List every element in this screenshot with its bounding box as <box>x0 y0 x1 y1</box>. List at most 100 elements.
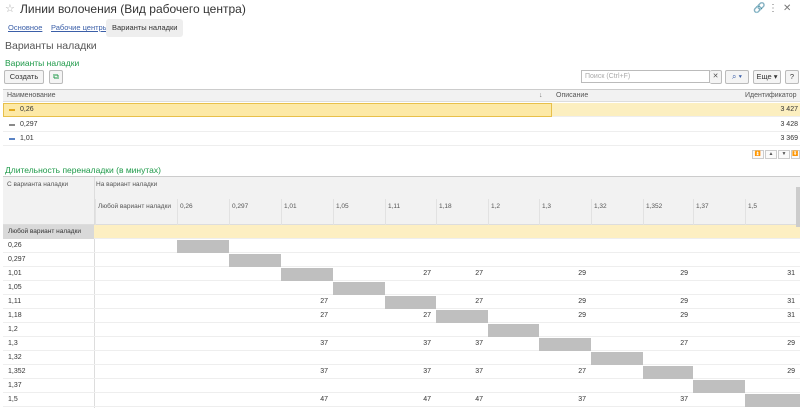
search-input[interactable]: Поиск (Ctrl+F) <box>581 70 710 83</box>
matrix-value[interactable]: 27 <box>308 312 328 319</box>
duration-section-title: Длительность переналадки (в минутах) <box>5 165 161 175</box>
matrix-value[interactable]: 27 <box>411 312 431 319</box>
to-header: На вариант наладки <box>96 181 158 188</box>
diagonal-cell <box>333 282 385 295</box>
matrix-row[interactable] <box>3 239 800 253</box>
matrix-value[interactable]: 31 <box>775 298 795 305</box>
matrix-value[interactable]: 37 <box>308 368 328 375</box>
matrix-value[interactable]: 47 <box>463 396 483 403</box>
prev-page-icon[interactable]: ▲ <box>765 150 777 159</box>
tab-bar: Основное Рабочие центры Варианты наладки <box>0 19 800 38</box>
matrix-column-header[interactable]: 1,05 <box>336 203 349 210</box>
matrix-row[interactable] <box>3 225 800 239</box>
matrix-row[interactable] <box>3 323 800 337</box>
link-icon[interactable]: 🔗 <box>753 3 765 14</box>
matrix-column-header[interactable]: 0,297 <box>232 203 248 210</box>
matrix-value[interactable]: 47 <box>411 396 431 403</box>
matrix-column-header[interactable]: Любой вариант наладки <box>98 203 171 210</box>
diagonal-cell <box>177 240 229 253</box>
variants-section-title: Варианты наладки <box>5 58 80 68</box>
row-name: 0,297 <box>20 121 38 128</box>
diagonal-cell <box>385 296 436 309</box>
matrix-value[interactable]: 47 <box>308 396 328 403</box>
matrix-column-header[interactable]: 1,5 <box>748 203 757 210</box>
matrix-value[interactable]: 27 <box>566 368 586 375</box>
diagonal-cell <box>436 310 488 323</box>
column-divider <box>591 199 592 225</box>
matrix-row[interactable] <box>3 281 800 295</box>
column-header-id[interactable]: Идентификатор <box>745 92 797 99</box>
search-icon[interactable]: ⌕ ▾ <box>725 70 749 84</box>
diagonal-cell <box>745 394 800 407</box>
matrix-column-header[interactable]: 1,3 <box>542 203 551 210</box>
matrix-row-label: 1,5 <box>8 396 18 403</box>
table-row[interactable]: 1,01 3 369 <box>3 132 800 146</box>
matrix-column-header[interactable]: 0,26 <box>180 203 193 210</box>
matrix-column-header[interactable]: 1,01 <box>284 203 297 210</box>
matrix-row-label: 1,01 <box>8 270 22 277</box>
diagonal-cell <box>229 254 281 267</box>
matrix-column-header[interactable]: 1,352 <box>646 203 662 210</box>
matrix-value[interactable]: 29 <box>566 270 586 277</box>
clear-search-icon[interactable]: ✕ <box>710 70 722 84</box>
matrix-value[interactable]: 27 <box>668 340 688 347</box>
row-name: 1,01 <box>20 135 34 142</box>
column-divider <box>643 199 644 225</box>
favorite-star-icon[interactable]: ☆ <box>5 2 15 15</box>
matrix-column-header[interactable]: 1,11 <box>388 203 400 210</box>
matrix-value[interactable]: 27 <box>463 298 483 305</box>
matrix-value[interactable]: 27 <box>308 298 328 305</box>
matrix-column-header[interactable]: 1,18 <box>439 203 452 210</box>
matrix-value[interactable]: 37 <box>308 340 328 347</box>
matrix-column-header[interactable]: 1,32 <box>594 203 607 210</box>
last-page-icon[interactable]: ⏬ <box>791 150 800 159</box>
matrix-column-header[interactable]: 1,2 <box>491 203 500 210</box>
matrix-value[interactable]: 27 <box>463 270 483 277</box>
matrix-value[interactable]: 29 <box>566 298 586 305</box>
matrix-value[interactable]: 31 <box>775 312 795 319</box>
column-divider <box>436 199 437 225</box>
tab-setup-variants[interactable]: Варианты наладки <box>106 19 184 37</box>
matrix-value[interactable]: 37 <box>411 368 431 375</box>
close-icon[interactable]: ✕ <box>783 3 791 14</box>
first-page-icon[interactable]: ⏫ <box>752 150 764 159</box>
column-header-description[interactable]: Описание <box>556 92 588 99</box>
matrix-value[interactable]: 37 <box>463 340 483 347</box>
matrix-value[interactable]: 29 <box>668 298 688 305</box>
diagonal-cell <box>643 366 693 379</box>
column-divider <box>539 199 540 225</box>
matrix-value[interactable]: 27 <box>411 270 431 277</box>
column-header-name[interactable]: Наименование <box>7 92 56 99</box>
matrix-value[interactable]: 37 <box>463 368 483 375</box>
sort-desc-icon[interactable]: ↓ <box>539 92 543 99</box>
matrix-row[interactable] <box>3 253 800 267</box>
matrix-value[interactable]: 29 <box>668 270 688 277</box>
help-button[interactable]: ? <box>785 70 799 84</box>
create-button[interactable]: Создать <box>4 70 44 84</box>
matrix-value[interactable]: 37 <box>668 396 688 403</box>
copy-icon[interactable]: ⧉ <box>49 70 63 84</box>
matrix-value[interactable]: 29 <box>775 340 795 347</box>
table-row[interactable]: 0,26 3 427 <box>3 103 800 117</box>
matrix-row-label: 0,26 <box>8 242 22 249</box>
matrix-value[interactable]: 29 <box>566 312 586 319</box>
matrix-value[interactable]: 37 <box>411 340 431 347</box>
matrix-value[interactable]: 37 <box>566 396 586 403</box>
column-divider <box>693 199 694 225</box>
from-header: С варианта наладки <box>7 181 69 188</box>
more-button[interactable]: Еще ▾ <box>753 70 781 84</box>
matrix-row[interactable] <box>3 351 800 365</box>
matrix-value[interactable]: 29 <box>668 312 688 319</box>
more-menu-icon[interactable]: ⋮ <box>768 3 778 14</box>
next-page-icon[interactable]: ▼ <box>778 150 790 159</box>
tab-work-centers[interactable]: Рабочие центры <box>45 19 114 37</box>
table-row[interactable]: 0,297 3 428 <box>3 118 800 132</box>
matrix-column-header[interactable]: 1,37 <box>696 203 709 210</box>
matrix-value[interactable]: 29 <box>775 368 795 375</box>
matrix-row-label: Любой вариант наладки <box>8 228 82 235</box>
matrix-value[interactable]: 31 <box>775 270 795 277</box>
scrollbar[interactable] <box>796 187 800 227</box>
variant-marker-icon <box>9 124 15 126</box>
tab-main[interactable]: Основное <box>2 19 48 37</box>
matrix-row[interactable] <box>3 379 800 393</box>
